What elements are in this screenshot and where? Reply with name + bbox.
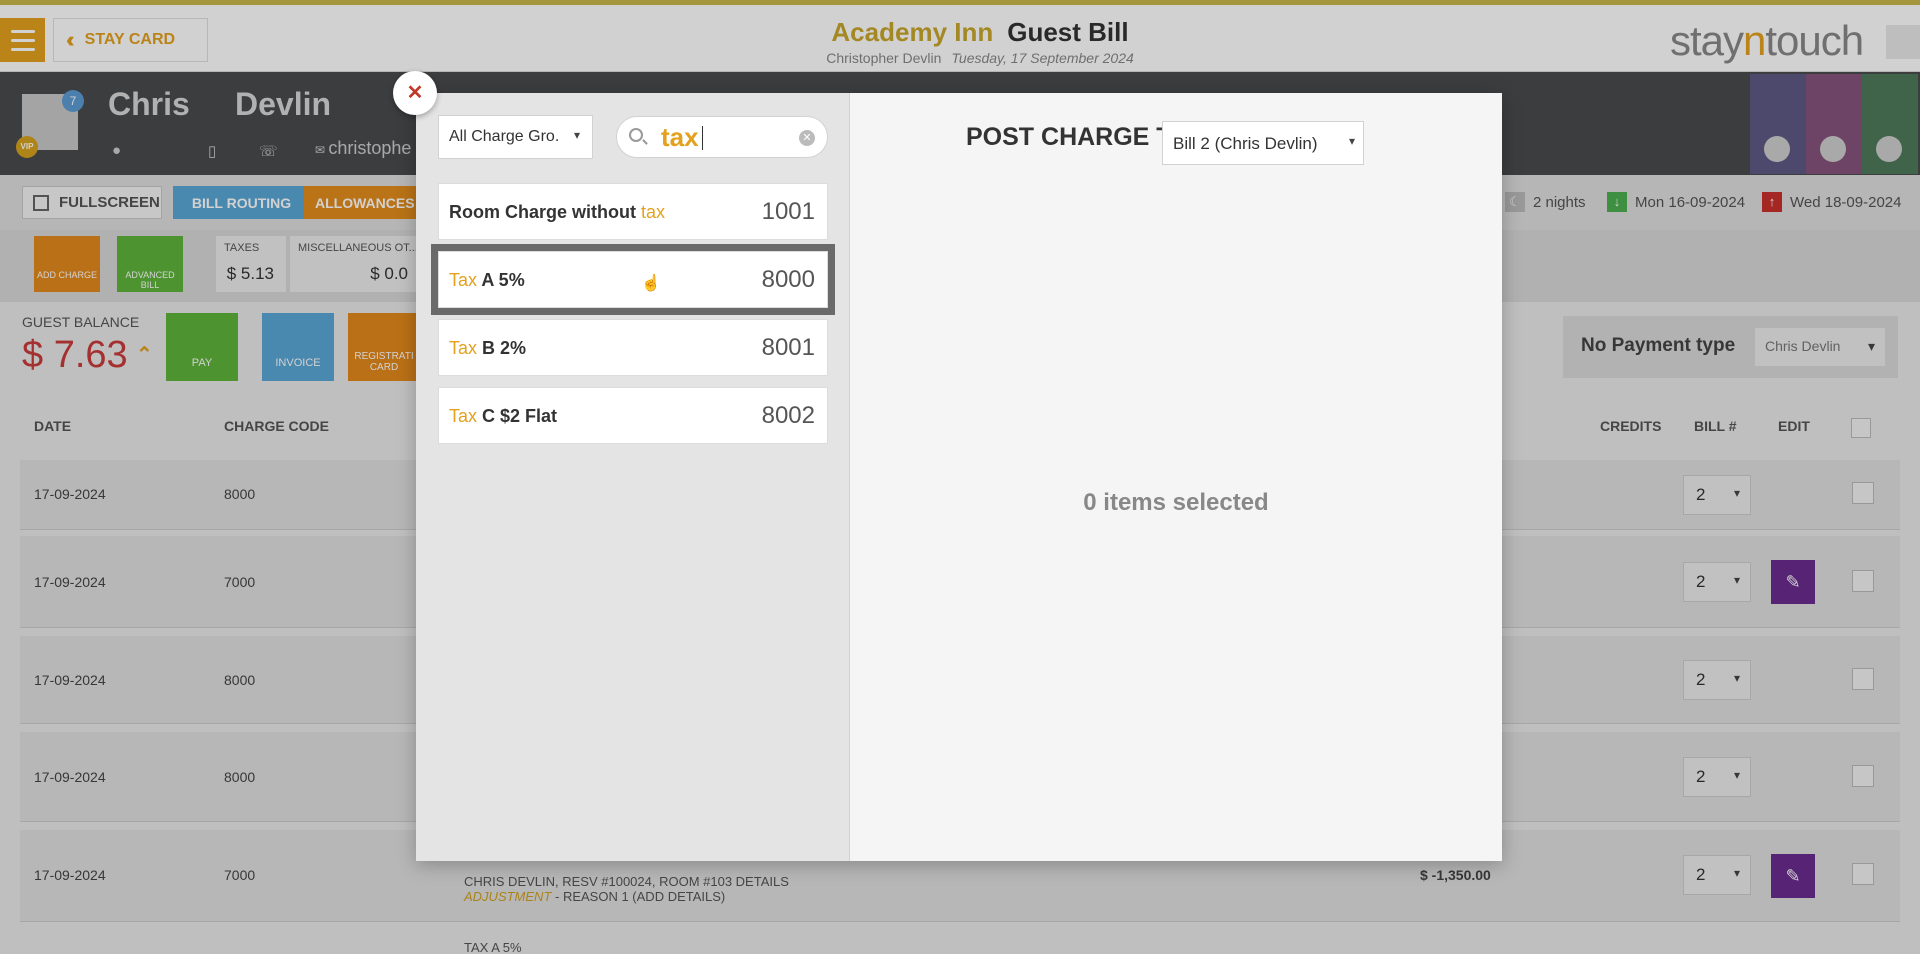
charge-item[interactable]: Tax B 2% 8001 <box>438 319 828 376</box>
charge-group-select[interactable]: All Charge Gro. <box>438 115 593 159</box>
close-icon[interactable]: ✕ <box>393 71 437 115</box>
post-charge-to-label: POST CHARGE TO <box>966 123 1191 151</box>
charge-search-input[interactable]: tax ✕ <box>616 116 828 158</box>
selected-items-count: 0 items selected <box>1083 489 1269 516</box>
clear-search-icon[interactable]: ✕ <box>799 130 815 146</box>
charge-item[interactable]: Tax A 5% 8000 <box>431 244 835 315</box>
post-charge-panel: POST CHARGE TO Bill 2 (Chris Devlin) 0 i… <box>850 93 1502 861</box>
post-charge-modal: All Charge Gro. tax ✕ Room Charge withou… <box>416 93 1502 861</box>
text-caret <box>702 126 703 150</box>
charge-code: 8001 <box>761 334 815 361</box>
hand-pointer-icon: ☝ <box>641 275 661 292</box>
charge-code: 1001 <box>761 198 815 225</box>
charge-item[interactable]: Room Charge without tax 1001 <box>438 183 828 240</box>
charge-code: 8002 <box>761 402 815 429</box>
charge-code-panel: All Charge Gro. tax ✕ Room Charge withou… <box>416 93 850 861</box>
charge-item[interactable]: Tax C $2 Flat 8002 <box>438 387 828 444</box>
search-value: tax <box>661 122 699 152</box>
charge-code: 8000 <box>761 266 815 293</box>
post-to-bill-select[interactable]: Bill 2 (Chris Devlin) <box>1162 121 1364 165</box>
search-icon <box>629 128 643 142</box>
